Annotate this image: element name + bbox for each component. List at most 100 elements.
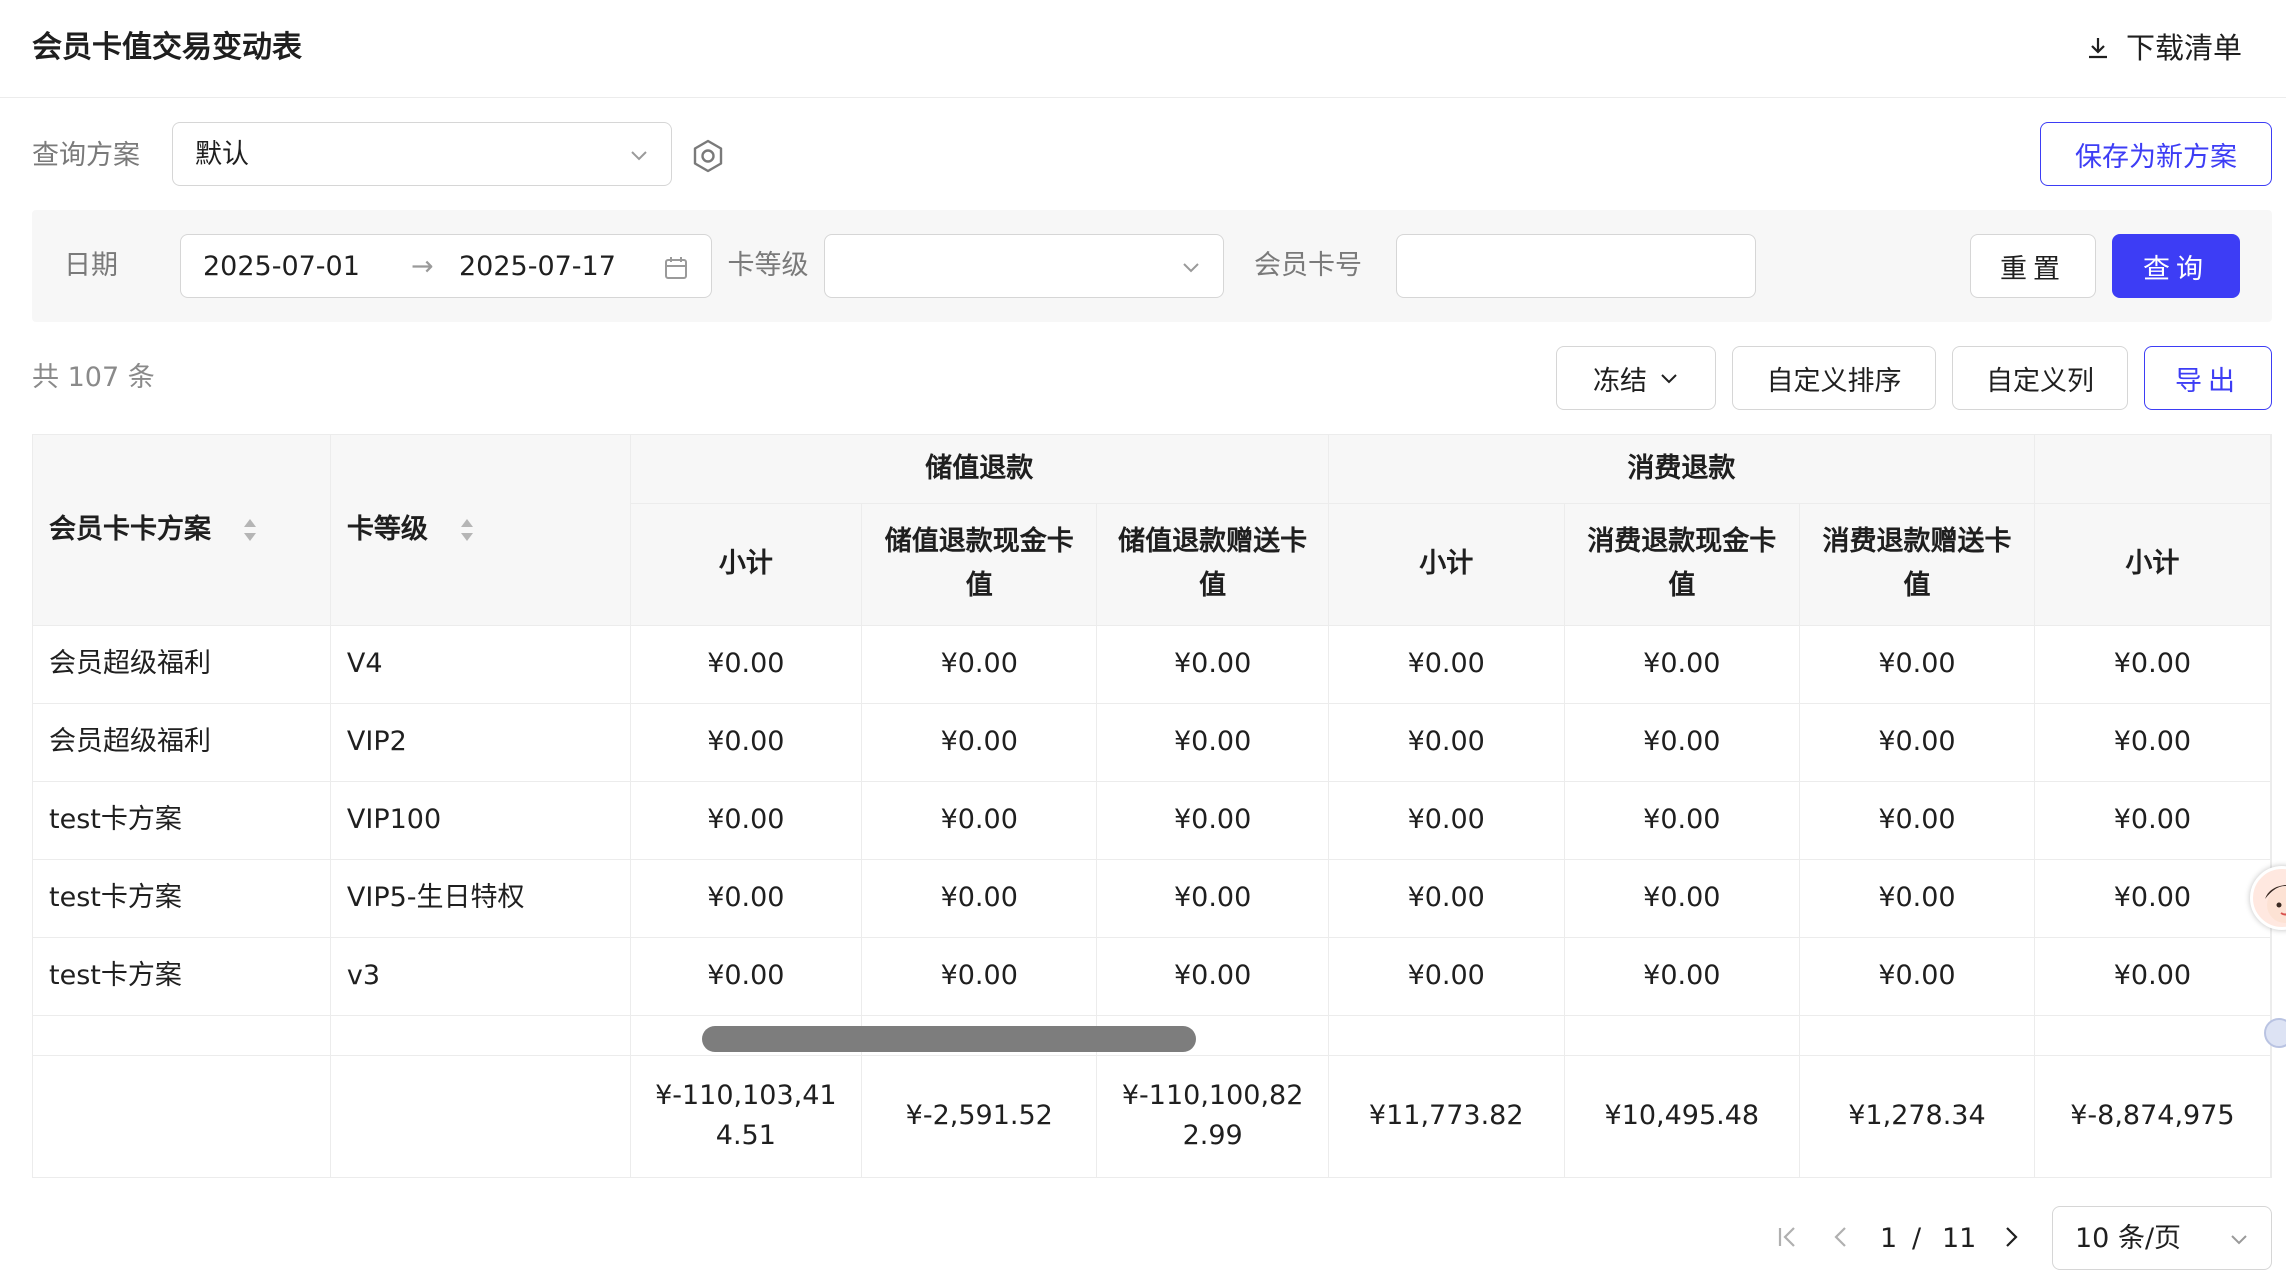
- cell-value: ¥0.00: [1328, 937, 1565, 1016]
- custom-columns-button[interactable]: 自定义列: [1952, 346, 2128, 410]
- card-level-label: 卡等级: [727, 250, 809, 281]
- cell-value: ¥0.00: [1096, 937, 1329, 1016]
- cell-value: ¥0.00: [1799, 781, 2035, 860]
- card-level-select[interactable]: [824, 234, 1224, 298]
- table-row[interactable]: test卡方案 v3 ¥0.00 ¥0.00 ¥0.00 ¥0.00 ¥0.00…: [33, 937, 2271, 1016]
- filter-panel: 日期 2025-07-01 → 2025-07-17 卡等级 会员卡号 重置 查…: [32, 210, 2272, 322]
- cell-level: v3: [330, 937, 631, 1016]
- summary-cell: ¥11,773.82: [1328, 1055, 1565, 1177]
- page-size-select[interactable]: 10 条/页: [2052, 1206, 2272, 1270]
- cell-value: ¥0.00: [630, 937, 863, 1016]
- cell-value: ¥0.00: [861, 781, 1098, 860]
- next-page-icon[interactable]: [1996, 1222, 2026, 1252]
- total-count: 共 107 条: [32, 362, 155, 393]
- cell-value: ¥0.00: [1564, 625, 1801, 704]
- current-page[interactable]: 1: [1880, 1219, 1897, 1259]
- column-header-plan-label: 会员卡卡方案: [49, 513, 211, 545]
- page-title: 会员卡值交易变动表: [32, 30, 302, 65]
- summary-cell: ¥-2,591.52: [861, 1055, 1098, 1177]
- cell-value: ¥0.00: [2034, 703, 2271, 782]
- cell-value: ¥0.00: [1328, 703, 1565, 782]
- cell-plan: 会员超级福利: [33, 703, 331, 782]
- cell-plan: test卡方案: [33, 781, 331, 860]
- cell-plan: 会员超级福利: [33, 625, 331, 704]
- table-row[interactable]: 会员超级福利 V4 ¥0.00 ¥0.00 ¥0.00 ¥0.00 ¥0.00 …: [33, 625, 2271, 704]
- column-header-subtotal: 小计: [630, 503, 863, 626]
- column-header-store-gift: 储值退款赠送卡值: [1096, 503, 1329, 626]
- column-header-consume-gift: 消费退款赠送卡值: [1799, 503, 2035, 626]
- page-separator: /: [1912, 1223, 1922, 1254]
- cell-plan: test卡方案: [33, 859, 331, 938]
- cell-value: ¥0.00: [861, 859, 1098, 938]
- cell-value: ¥0.00: [861, 703, 1098, 782]
- cell-value: ¥0.00: [1564, 781, 1801, 860]
- group-header-consume-refund: 消费退款: [1328, 435, 2035, 504]
- cell-value: ¥0.00: [630, 703, 863, 782]
- page-size-value: 10 条/页: [2075, 1223, 2182, 1254]
- sort-icon[interactable]: [459, 516, 475, 544]
- chevron-down-icon: [1661, 374, 1677, 384]
- cell-value: ¥0.00: [1799, 859, 2035, 938]
- cell-value: ¥0.00: [1328, 625, 1565, 704]
- gear-icon[interactable]: [690, 138, 726, 174]
- cell-value: ¥0.00: [1096, 859, 1329, 938]
- summary-cell: ¥-8,874,975: [2034, 1055, 2271, 1177]
- table-row[interactable]: 会员超级福利 VIP2 ¥0.00 ¥0.00 ¥0.00 ¥0.00 ¥0.0…: [33, 703, 2271, 782]
- custom-sort-button[interactable]: 自定义排序: [1732, 346, 1936, 410]
- cell-value: ¥0.00: [1328, 859, 1565, 938]
- cell-level: V4: [330, 625, 631, 704]
- summary-cell: ¥-110,100,822.99: [1096, 1055, 1329, 1177]
- cell-value: ¥0.00: [1096, 625, 1329, 704]
- summary-cell: ¥-110,103,414.51: [630, 1055, 863, 1177]
- freeze-dropdown-button[interactable]: 冻结: [1556, 346, 1716, 410]
- group-header-next: [2034, 435, 2271, 504]
- cell-value: ¥0.00: [1096, 703, 1329, 782]
- query-button[interactable]: 查询: [2112, 234, 2240, 298]
- horizontal-scrollbar[interactable]: [702, 1026, 1196, 1052]
- column-header-subtotal: 小计: [1328, 503, 1565, 626]
- sort-icon[interactable]: [242, 516, 258, 544]
- cell-value: ¥0.00: [1096, 781, 1329, 860]
- page-header: 会员卡值交易变动表 下载清单: [0, 0, 2286, 98]
- cell-value: ¥0.00: [630, 625, 863, 704]
- scheme-value: 默认: [195, 139, 249, 170]
- freeze-label: 冻结: [1593, 365, 1647, 397]
- prev-page-icon[interactable]: [1826, 1222, 1856, 1252]
- total-pages: 11: [1942, 1223, 1977, 1254]
- table-row[interactable]: test卡方案 VIP100 ¥0.00 ¥0.00 ¥0.00 ¥0.00 ¥…: [33, 781, 2271, 860]
- cell-value: ¥0.00: [630, 781, 863, 860]
- cell-value: ¥0.00: [1564, 937, 1801, 1016]
- column-header-level[interactable]: 卡等级: [330, 435, 631, 626]
- cell-plan: test卡方案: [33, 937, 331, 1016]
- download-list-button[interactable]: 下载清单: [2084, 26, 2242, 70]
- date-end[interactable]: 2025-07-17: [459, 247, 616, 287]
- download-icon: [2088, 38, 2107, 59]
- first-page-icon[interactable]: [1772, 1222, 1802, 1252]
- cell-value: ¥0.00: [861, 937, 1098, 1016]
- chevron-down-icon: [2231, 1235, 2247, 1245]
- reset-button[interactable]: 重置: [1970, 234, 2096, 298]
- summary-row: ¥-110,103,414.51 ¥-2,591.52 ¥-110,100,82…: [33, 1055, 2271, 1177]
- save-as-new-scheme-button[interactable]: 保存为新方案: [2040, 122, 2272, 186]
- assistant-bubble-icon[interactable]: [2264, 1018, 2286, 1048]
- date-label: 日期: [64, 250, 118, 281]
- cell-value: ¥0.00: [630, 859, 863, 938]
- cell-value: ¥0.00: [1799, 625, 2035, 704]
- card-number-input[interactable]: [1396, 234, 1756, 298]
- column-header-consume-cash: 消费退款现金卡值: [1564, 503, 1801, 626]
- chevron-down-icon: [631, 151, 647, 161]
- cell-value: ¥0.00: [1328, 781, 1565, 860]
- column-header-subtotal: 小计: [2034, 503, 2271, 626]
- export-button[interactable]: 导出: [2144, 346, 2272, 410]
- cell-level: VIP100: [330, 781, 631, 860]
- summary-cell: ¥1,278.34: [1799, 1055, 2035, 1177]
- summary-cell-empty: [330, 1055, 631, 1177]
- date-range-picker[interactable]: 2025-07-01 → 2025-07-17: [180, 234, 712, 298]
- card-number-label: 会员卡号: [1254, 250, 1362, 281]
- table-row[interactable]: test卡方案 VIP5-生日特权 ¥0.00 ¥0.00 ¥0.00 ¥0.0…: [33, 859, 2271, 938]
- cell-level: VIP5-生日特权: [330, 859, 631, 938]
- scheme-select[interactable]: 默认: [172, 122, 672, 186]
- column-header-plan[interactable]: 会员卡卡方案: [33, 435, 331, 626]
- date-start[interactable]: 2025-07-01: [203, 247, 360, 287]
- group-header-store-refund: 储值退款: [630, 435, 1329, 504]
